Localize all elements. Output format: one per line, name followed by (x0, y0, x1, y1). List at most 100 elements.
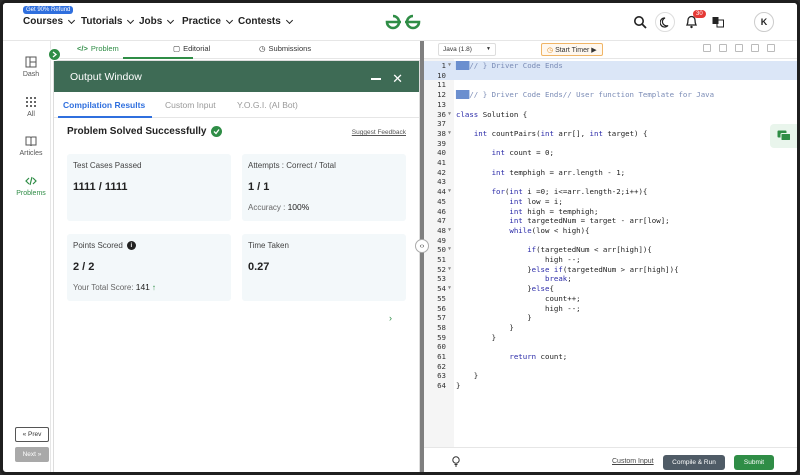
tab-editorial[interactable]: ▢ Editorial (173, 44, 210, 53)
nav-tutorials[interactable]: Tutorials (81, 16, 135, 27)
dark-mode-icon[interactable] (655, 12, 675, 32)
code-line[interactable]: 59 } (424, 333, 797, 343)
code-line[interactable]: 42 int temphigh = arr.length - 1; (424, 168, 797, 178)
fold-arrow-icon[interactable]: ▼ (448, 111, 451, 117)
compile-run-button[interactable]: Compile & Run (663, 455, 725, 470)
line-number: 57 (437, 313, 446, 323)
line-number: 11 (437, 80, 446, 90)
chat-icon (777, 130, 791, 141)
settings-icon[interactable] (751, 44, 759, 52)
code-line[interactable]: 45 int low = i; (424, 197, 797, 207)
code-line[interactable]: 63 } (424, 371, 797, 381)
code-line[interactable]: 56 high --; (424, 304, 797, 314)
prev-button[interactable]: « Prev (15, 427, 49, 442)
code-line[interactable]: 12 ███// } Driver Code Ends// User functi… (424, 90, 797, 100)
sidebar-item-dash[interactable]: Dash (11, 56, 51, 78)
tests-passed-value: 1111 / 1111 (73, 181, 128, 193)
code-line[interactable]: 62 (424, 362, 797, 372)
code-line[interactable]: 11 (424, 80, 797, 90)
fold-arrow-icon[interactable]: ▼ (448, 266, 451, 272)
code-text: if(targetedNum < arr[high]){ (527, 245, 652, 255)
avatar[interactable]: K (754, 12, 774, 32)
fold-arrow-icon[interactable]: ▼ (448, 246, 451, 252)
code-line[interactable]: 50 ▼ if(targetedNum < arr[high]){ (424, 245, 797, 255)
start-timer-button[interactable]: ◷ Start Timer ▶ (541, 43, 603, 56)
reset-icon[interactable] (735, 44, 743, 52)
code-line[interactable]: 60 (424, 342, 797, 352)
language-select[interactable]: Java (1.8) ▼ (438, 43, 496, 56)
fold-arrow-icon[interactable]: ▼ (448, 130, 451, 136)
gfg-logo[interactable] (383, 12, 423, 32)
custom-input-link[interactable]: Custom Input (612, 458, 654, 465)
nav-contests[interactable]: Contests (238, 16, 293, 27)
search-icon[interactable] (631, 13, 649, 31)
tab-submissions[interactable]: ◷ Submissions (259, 44, 311, 53)
minimize-icon[interactable] (371, 78, 381, 80)
translate-icon[interactable] (709, 13, 727, 31)
nav-practice[interactable]: Practice (182, 16, 233, 27)
code-line[interactable]: 49 (424, 236, 797, 246)
submit-button[interactable]: Submit (734, 455, 774, 470)
lightbulb-icon[interactable] (450, 455, 462, 467)
fold-arrow-icon[interactable]: ▼ (448, 188, 451, 194)
code-line[interactable]: 39 (424, 139, 797, 149)
code-line[interactable]: 46 int high = temphigh; (424, 207, 797, 217)
code-line[interactable]: 57 } (424, 313, 797, 323)
chevron-right-icon[interactable]: › (389, 313, 392, 323)
code-line[interactable]: 48 ▼ while(low < high){ (424, 226, 797, 236)
code-text: int temphigh = arr.length - 1; (491, 167, 626, 177)
copy-icon[interactable] (703, 44, 711, 52)
code-line[interactable]: 36 ▼ class Solution { (424, 110, 797, 120)
tab-yogi-ai-bot[interactable]: Y.O.G.I. (AI Bot) (237, 100, 298, 110)
sidebar-item-articles[interactable]: Articles (11, 135, 51, 157)
fullscreen-icon[interactable] (767, 44, 775, 52)
check-circle-icon (210, 126, 222, 137)
code-line[interactable]: 64} (424, 381, 797, 391)
fold-arrow-icon[interactable]: ▼ (448, 285, 451, 291)
chat-button[interactable] (770, 124, 797, 148)
chevron-right-icon (52, 51, 58, 58)
tab-compilation-results[interactable]: Compilation Results (63, 100, 145, 110)
nav-jobs[interactable]: Jobs (139, 16, 175, 27)
refund-badge[interactable]: Get 90% Refund (23, 6, 74, 14)
code-line[interactable]: 47 int targetedNum = target - arr[low]; (424, 216, 797, 226)
accuracy-row: Accuracy : 100% (248, 202, 309, 212)
suggest-feedback-link[interactable]: Suggest Feedback (352, 129, 406, 136)
code-line[interactable]: 55 count++; (424, 294, 797, 304)
next-button[interactable]: Next » (15, 447, 49, 462)
info-icon[interactable]: i (126, 241, 136, 250)
sidebar-item-label: Problems (16, 190, 46, 197)
code-line[interactable]: 40 int count = 0; (424, 148, 797, 158)
fold-arrow-icon[interactable]: ▼ (448, 227, 451, 233)
expand-sidebar-button[interactable] (48, 48, 61, 61)
code-line[interactable]: 51 high --; (424, 255, 797, 265)
code-line[interactable]: 10 (424, 70, 797, 81)
code-line[interactable]: 53 break; (424, 274, 797, 284)
sidebar-item-all[interactable]: All (11, 96, 51, 118)
fold-arrow-icon[interactable]: ▼ (448, 62, 451, 68)
code-line[interactable]: 44 ▼ for(int i =0; i<=arr.length-2;i++){ (424, 187, 797, 197)
resize-handle-icon[interactable]: ‹› (415, 239, 429, 253)
paste-icon[interactable] (719, 44, 727, 52)
close-icon[interactable]: ✕ (392, 71, 403, 87)
code-line[interactable]: 1 ▼ ███// } Driver Code Ends (424, 61, 797, 71)
code-line[interactable]: 52 ▼ }else if(targetedNum > arr[high]){ (424, 265, 797, 275)
code-line[interactable]: 37 (424, 119, 797, 129)
time-taken-card: Time Taken 0.27 (242, 234, 406, 301)
output-window: Output Window ✕ Compilation Results Cust… (53, 60, 420, 472)
nav-courses[interactable]: Courses (23, 16, 76, 27)
chevron-down-icon (167, 16, 175, 24)
code-line[interactable]: 13 (424, 100, 797, 110)
code-line[interactable]: 38 ▼ int countPairs(int arr[], int target… (424, 129, 797, 139)
tab-problem[interactable]: </> Problem (77, 44, 119, 53)
tab-custom-input[interactable]: Custom Input (165, 100, 216, 110)
sidebar-item-problems[interactable]: Problems (11, 175, 51, 197)
code-line[interactable]: 43 (424, 177, 797, 187)
line-number: 62 (437, 361, 446, 371)
code-line[interactable]: 41 (424, 158, 797, 168)
code-line[interactable]: 54 ▼ }else{ (424, 284, 797, 294)
points-card: Points Scored i 2 / 2 Your Total Score: 1… (67, 234, 231, 301)
code-editor[interactable]: 1 ▼ ███// } Driver Code Ends 10 11 12 ███// } … (424, 59, 797, 447)
code-line[interactable]: 58 } (424, 323, 797, 333)
code-line[interactable]: 61 return count; (424, 352, 797, 362)
